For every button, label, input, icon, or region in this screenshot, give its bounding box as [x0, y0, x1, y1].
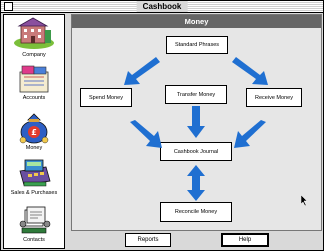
svg-text:£: £: [31, 128, 37, 137]
page-title: Money: [72, 15, 321, 28]
arrow-transfer-to-journal-icon: [187, 106, 205, 138]
arrow-to-spend-money-icon: [124, 57, 160, 85]
reports-button[interactable]: Reports: [125, 233, 171, 247]
sidebar-item-label: Sales & Purchases: [10, 190, 58, 196]
sidebar: Company Accounts £ Money Sales & Purchas…: [3, 14, 65, 249]
money-bag-icon: £: [19, 113, 49, 144]
sidebar-item-label: Accounts: [22, 95, 46, 101]
rolodex-icon: [19, 206, 51, 234]
cashbook-window: Cashbook Company Accounts £ Money Sales …: [0, 0, 324, 251]
cashbook-journal-button[interactable]: Cashbook Journal: [160, 142, 232, 161]
arrow-spend-to-journal-icon: [130, 120, 162, 148]
sidebar-item-label: Contacts: [23, 237, 45, 243]
sidebar-item-accounts[interactable]: Accounts: [4, 64, 64, 101]
title-bar[interactable]: Cashbook: [1, 1, 323, 13]
receive-money-button[interactable]: Receive Money: [246, 88, 302, 107]
transfer-money-button[interactable]: Transfer Money: [165, 85, 227, 104]
sidebar-item-company[interactable]: Company: [4, 17, 64, 58]
close-box[interactable]: [4, 2, 13, 11]
cash-register-icon: [19, 159, 51, 187]
sidebar-item-sales-purchases[interactable]: Sales & Purchases: [4, 157, 64, 196]
arrow-to-receive-money-icon: [232, 57, 268, 85]
sidebar-item-label: Company: [22, 52, 46, 58]
sidebar-item-money[interactable]: £ Money: [4, 110, 64, 151]
building-icon: [14, 17, 54, 49]
window-title: Cashbook: [136, 1, 188, 12]
reconcile-money-button[interactable]: Reconcile Money: [160, 202, 232, 222]
double-arrow-journal-reconcile-icon: [187, 165, 205, 201]
sidebar-item-contacts[interactable]: Contacts: [4, 204, 64, 243]
spend-money-button[interactable]: Spend Money: [80, 88, 132, 107]
money-panel: Money Standard Phrases Spend Money Trans…: [71, 14, 322, 231]
standard-phrases-button[interactable]: Standard Phrases: [166, 36, 228, 54]
help-button[interactable]: Help: [221, 233, 269, 247]
mouse-cursor-icon: [301, 195, 308, 206]
ledger-icon: [19, 65, 49, 93]
arrow-receive-to-journal-icon: [234, 120, 266, 148]
sidebar-item-label: Money: [25, 145, 43, 151]
